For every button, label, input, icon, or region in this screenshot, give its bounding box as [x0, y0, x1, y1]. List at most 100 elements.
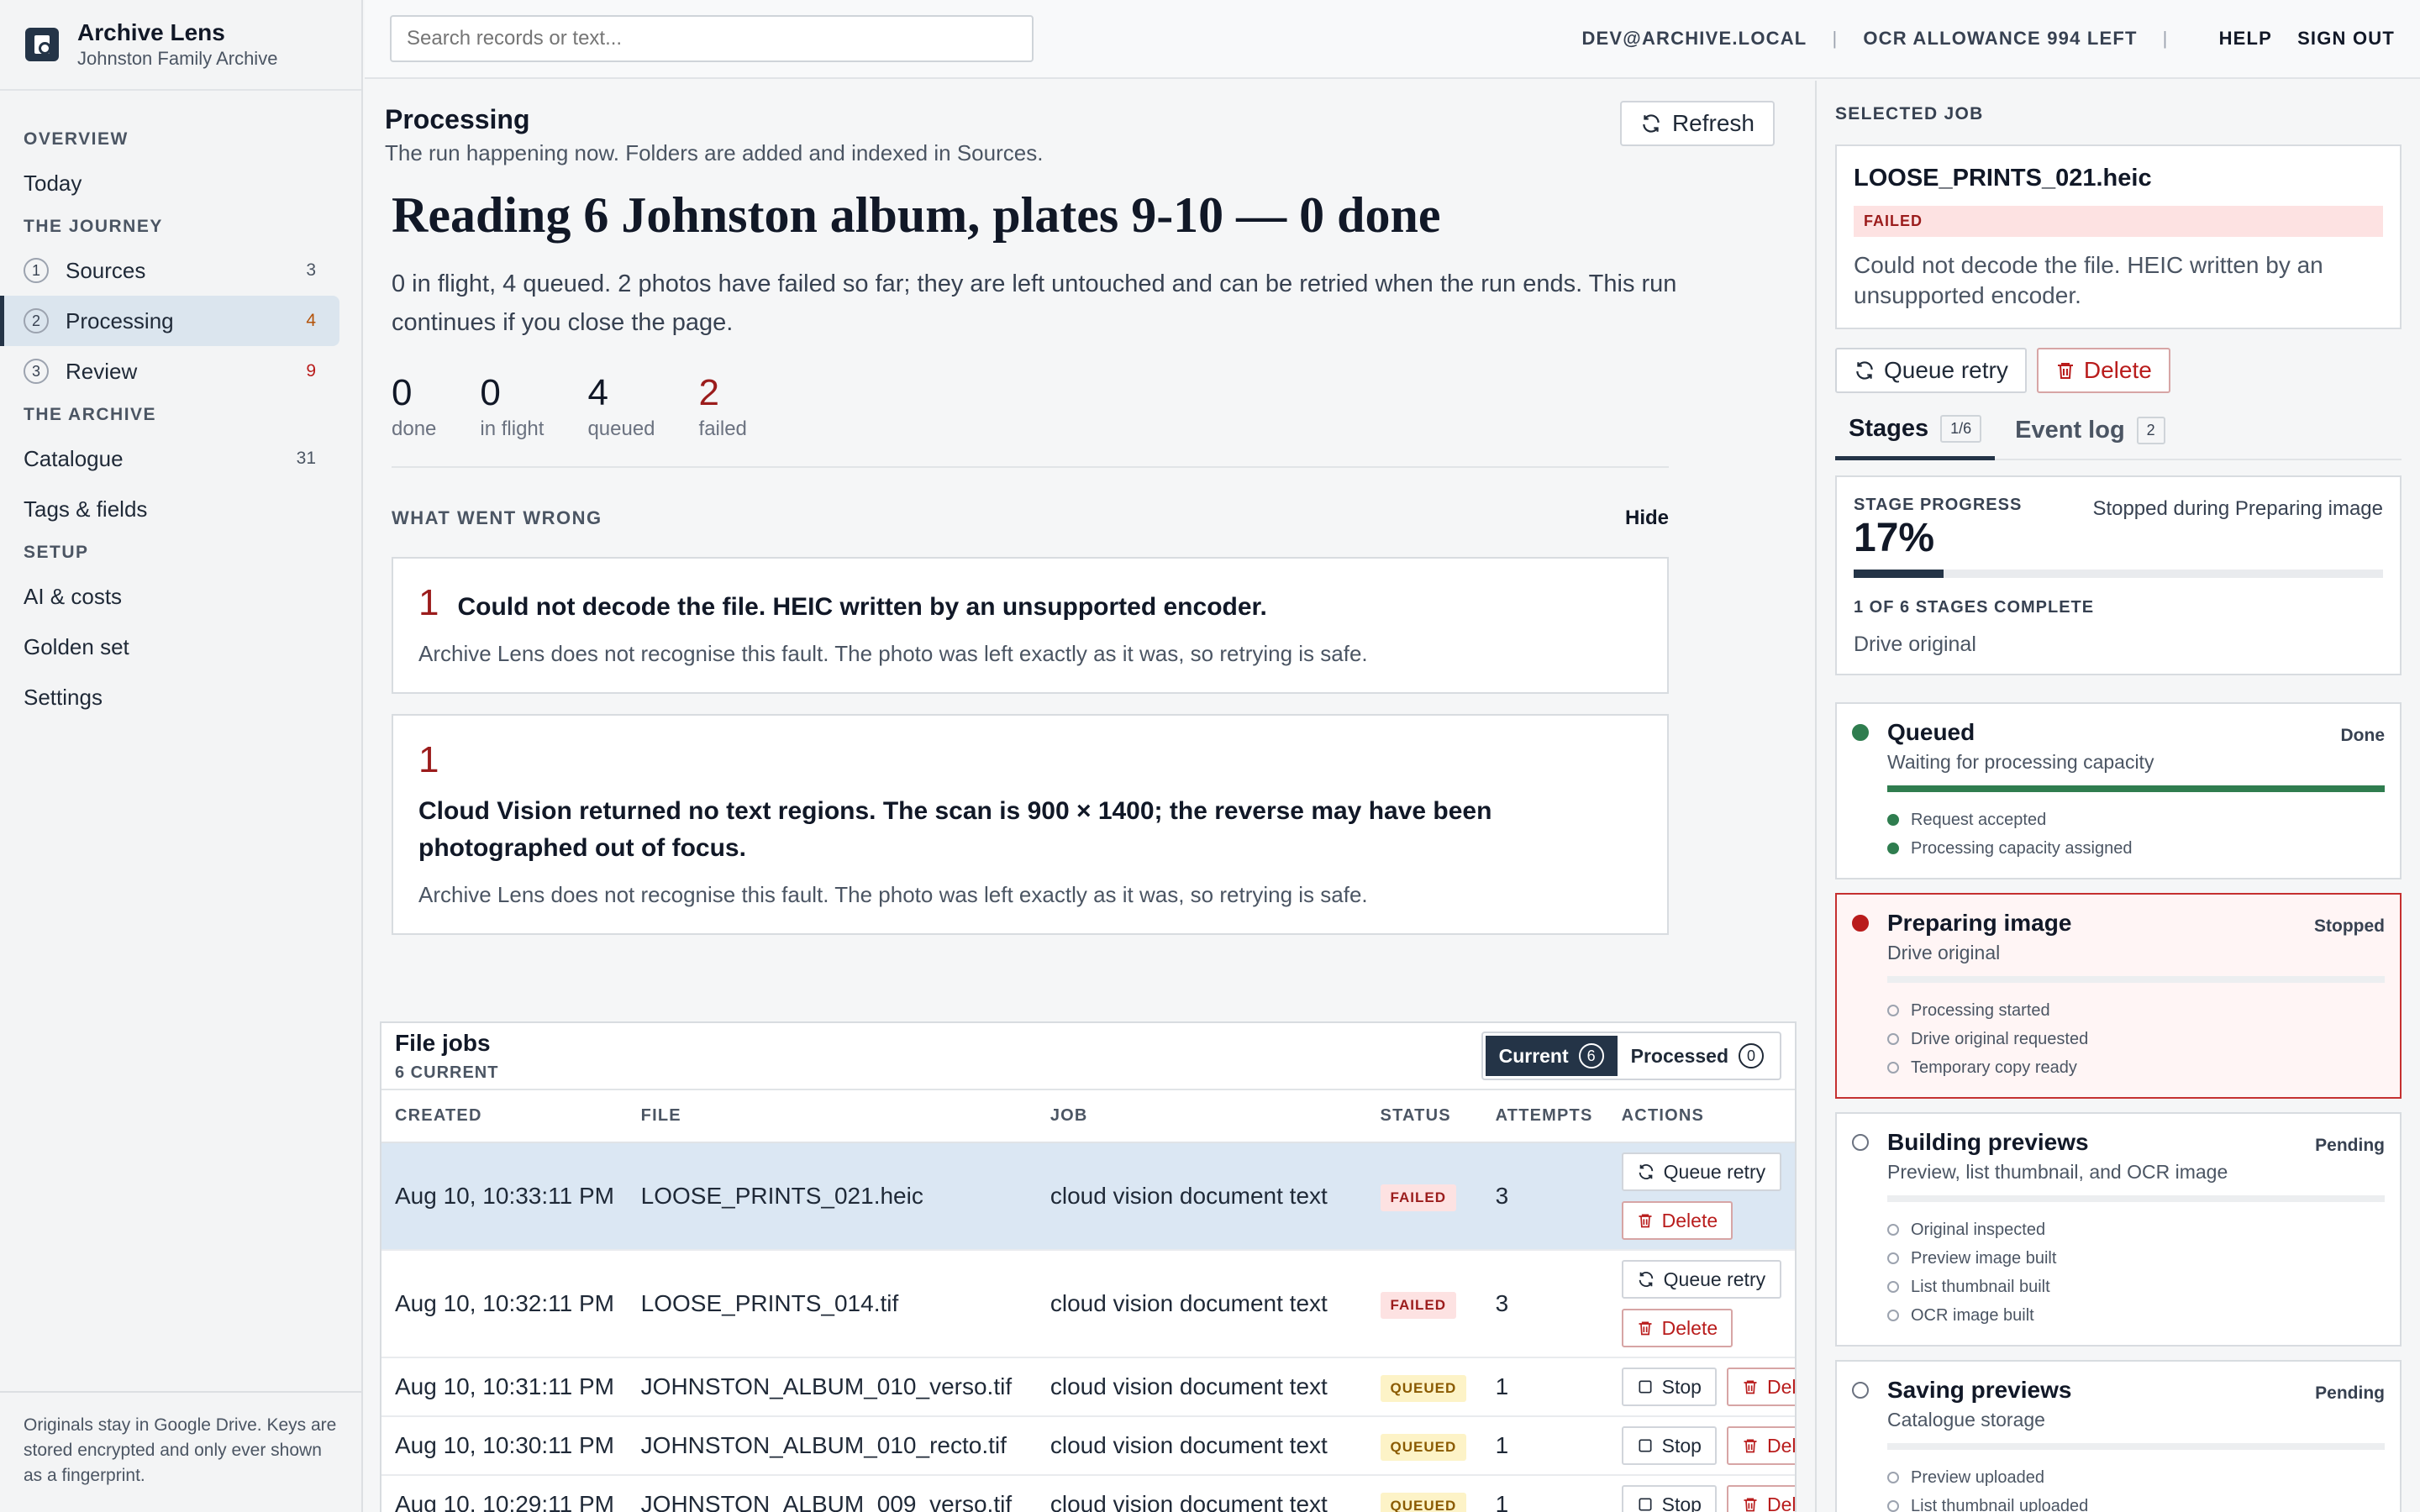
sidebar-item-golden-set[interactable]: Golden set [0, 622, 339, 672]
cell-status: FAILED [1366, 1142, 1482, 1251]
fault-count: 1 [418, 582, 439, 623]
file-jobs-title: File jobs [395, 1029, 491, 1056]
cell-attempts: 1 [1481, 1357, 1608, 1417]
delete-button[interactable]: Delete [1726, 1368, 1795, 1406]
stage-name: Preparing image [1887, 910, 2072, 936]
sidebar-footer-note: Originals stay in Google Drive. Keys are… [0, 1391, 361, 1512]
stage-name: Saving previews [1887, 1377, 2072, 1403]
nav-section-journey: THE JOURNEY [24, 217, 163, 236]
tab-event-log[interactable]: Event log 2 [2002, 415, 2179, 459]
stage-description: Catalogue storage [1887, 1409, 2045, 1431]
queue-retry-button[interactable]: Queue retry [1621, 1152, 1781, 1191]
sidebar-item-today[interactable]: Today [0, 158, 339, 208]
column-header[interactable]: STATUS [1366, 1090, 1482, 1143]
table-row[interactable]: Aug 10, 10:30:11 PM JOHNSTON_ALBUM_010_r… [381, 1416, 1795, 1476]
stage-saving-previews[interactable]: Saving previews Pending Catalogue storag… [1835, 1360, 2402, 1512]
table-row[interactable]: Aug 10, 10:31:11 PM JOHNSTON_ALBUM_010_v… [381, 1357, 1795, 1417]
stat-value: 0 [480, 372, 501, 413]
stage-name: Queued [1887, 719, 1975, 745]
progress-fill [1854, 570, 1944, 578]
help-link[interactable]: HELP [2219, 28, 2272, 50]
list-item: List thumbnail uploaded [1887, 1492, 2385, 1512]
sidebar-item-settings[interactable]: Settings [0, 672, 339, 722]
delete-button[interactable]: Delete [1726, 1426, 1795, 1465]
sidebar-item-catalogue[interactable]: Catalogue 31 [0, 433, 339, 484]
stop-button[interactable]: Stop [1621, 1368, 1717, 1406]
cell-actions: Stop Delete [1607, 1416, 1795, 1476]
stage-description: Drive original [1887, 942, 2001, 963]
sidebar-item-count: 3 [306, 260, 316, 280]
sidebar-item-count: 31 [296, 449, 316, 468]
queue-retry-button[interactable]: Queue retry [1835, 348, 2027, 393]
stop-button[interactable]: Stop [1621, 1485, 1717, 1512]
tab-current[interactable]: Current 6 [1485, 1036, 1618, 1076]
refresh-icon [1643, 114, 1660, 133]
column-header[interactable]: CREATED [381, 1090, 628, 1143]
cell-created: Aug 10, 10:30:11 PM [381, 1416, 628, 1476]
cell-job: cloud vision document text [1036, 1357, 1367, 1417]
stage-preparing-image[interactable]: Preparing image Stopped Drive original P… [1835, 893, 2402, 1099]
stage-building-previews[interactable]: Building previews Pending Preview, list … [1835, 1112, 2402, 1347]
sidebar-item-ai-costs[interactable]: AI & costs [0, 571, 339, 622]
queue-retry-button[interactable]: Queue retry [1621, 1260, 1781, 1299]
stat-value: 4 [587, 372, 608, 413]
fault-note: Archive Lens does not recognise this fau… [418, 882, 1368, 907]
stage-progress-bar [1887, 976, 2385, 983]
cell-status: QUEUED [1366, 1357, 1482, 1417]
panel-tabs: Stages 1/6 Event log 2 [1835, 415, 2402, 460]
cell-created: Aug 10, 10:32:11 PM [381, 1250, 628, 1358]
button-label: Stop [1661, 1434, 1702, 1457]
sidebar-item-processing[interactable]: 2 Processing 4 [0, 296, 339, 346]
list-item: Processing started [1887, 996, 2385, 1025]
button-label: Queue retry [1884, 357, 2008, 383]
page-title: Processing [385, 104, 530, 134]
what-went-wrong-header: WHAT WENT WRONG Hide [392, 507, 1669, 530]
jobs-filter-toggle: Current 6 Processed 0 [1481, 1032, 1781, 1080]
column-header[interactable]: ATTEMPTS [1481, 1090, 1608, 1143]
topbar: DEV@ARCHIVE.LOCAL | OCR ALLOWANCE 994 LE… [365, 0, 2420, 79]
table-row[interactable]: Aug 10, 10:29:11 PM JOHNSTON_ALBUM_009_v… [381, 1475, 1795, 1512]
tab-processed[interactable]: Processed 0 [1618, 1036, 1777, 1076]
table-header-row: CREATED FILE JOB STATUS ATTEMPTS ACTIONS [381, 1090, 1795, 1143]
sidebar-item-label: Review [66, 358, 138, 384]
button-label: Stop [1661, 1493, 1702, 1512]
delete-button[interactable]: Delete [1726, 1485, 1795, 1512]
delete-button[interactable]: Delete [1621, 1201, 1733, 1240]
stat-label: done [392, 417, 437, 440]
selected-job-actions: Queue retry Delete [1835, 348, 2402, 393]
sidebar-item-count: 9 [306, 361, 316, 381]
table-row[interactable]: Aug 10, 10:32:11 PM LOOSE_PRINTS_014.tif… [381, 1250, 1795, 1358]
stat-label: in flight [480, 417, 544, 440]
stop-button[interactable]: Stop [1621, 1426, 1717, 1465]
sidebar-item-tags[interactable]: Tags & fields [0, 484, 339, 534]
button-label: Queue retry [1663, 1268, 1766, 1290]
delete-button[interactable]: Delete [1621, 1309, 1733, 1347]
button-label: Delete [1766, 1434, 1795, 1457]
hide-faults-button[interactable]: Hide [1625, 507, 1669, 530]
search-input[interactable] [390, 15, 1034, 62]
sidebar-item-label: Sources [66, 257, 146, 283]
delete-button[interactable]: Delete [2036, 348, 2170, 393]
refresh-icon [1639, 1272, 1653, 1287]
column-header[interactable]: FILE [627, 1090, 1037, 1143]
stage-steps: Request accepted Processing capacity ass… [1887, 806, 2385, 863]
tab-stages[interactable]: Stages 1/6 [1835, 415, 1996, 460]
cell-actions: Queue retry Delete [1607, 1250, 1795, 1358]
column-header[interactable]: JOB [1036, 1090, 1367, 1143]
refresh-label: Refresh [1671, 110, 1754, 136]
stop-icon [1639, 1380, 1652, 1394]
table-row[interactable]: Aug 10, 10:33:11 PM LOOSE_PRINTS_021.hei… [381, 1142, 1795, 1251]
run-summary: 0 in flight, 4 queued. 2 photos have fai… [392, 270, 1677, 336]
archive-lens-logo-icon [25, 28, 59, 61]
brand[interactable]: Archive Lens Johnston Family Archive [0, 0, 361, 91]
refresh-button[interactable]: Refresh [1619, 101, 1775, 146]
step-number-badge: 2 [24, 308, 49, 333]
list-item: Processing capacity assigned [1887, 834, 2385, 863]
stage-queued[interactable]: Queued Done Waiting for processing capac… [1835, 702, 2402, 879]
sidebar-item-review[interactable]: 3 Review 9 [0, 346, 339, 396]
selected-file-name: LOOSE_PRINTS_021.heic [1854, 165, 2152, 192]
file-jobs-panel: File jobs 6 CURRENT Current 6 Processed 0 … [380, 1021, 1797, 1512]
sign-out-link[interactable]: SIGN OUT [2297, 28, 2395, 50]
fault-card: 1 Could not decode the file. HEIC writte… [392, 557, 1669, 694]
sidebar-item-sources[interactable]: 1 Sources 3 [0, 245, 339, 296]
